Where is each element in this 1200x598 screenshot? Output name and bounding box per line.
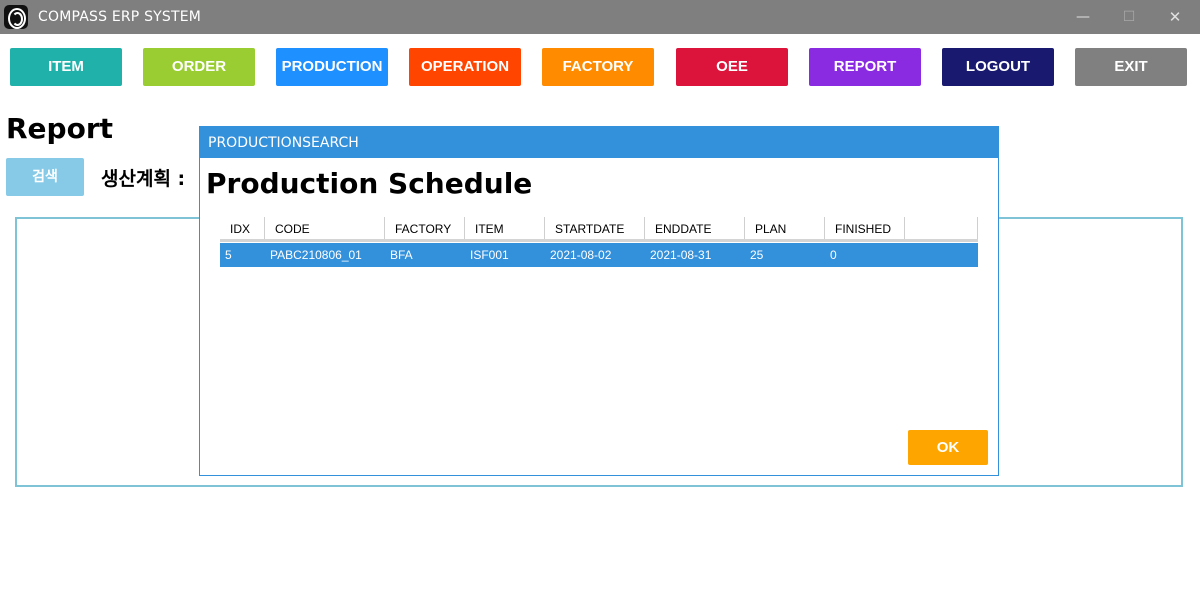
production-plan-label: 생산계획 : xyxy=(101,168,186,190)
nav-report-button[interactable]: REPORT xyxy=(809,48,921,86)
search-button[interactable]: 검색 xyxy=(6,158,84,196)
nav-order-button[interactable]: ORDER xyxy=(143,48,255,86)
nav-factory-button[interactable]: FACTORY xyxy=(542,48,654,86)
app-logo-icon xyxy=(4,5,28,29)
dialog-titlebar: PRODUCTIONSEARCH xyxy=(200,127,998,158)
cell-startdate: 2021-08-02 xyxy=(550,248,612,262)
column-header-enddate[interactable]: ENDDATE xyxy=(645,217,745,241)
page-title: Report xyxy=(6,112,114,145)
ok-button[interactable]: OK xyxy=(908,430,988,465)
table-row[interactable]: 5 PABC210806_01 BFA ISF001 2021-08-02 20… xyxy=(220,243,978,267)
dialog-title: PRODUCTIONSEARCH xyxy=(208,135,359,151)
column-header-idx[interactable]: IDX xyxy=(220,217,265,241)
production-schedule-grid[interactable]: IDX CODE FACTORY ITEM STARTDATE ENDDATE … xyxy=(220,217,978,269)
window-titlebar: COMPASS ERP SYSTEM — ☐ ✕ xyxy=(0,0,1200,34)
close-icon[interactable]: ✕ xyxy=(1152,0,1198,34)
column-header-plan[interactable]: PLAN xyxy=(745,217,825,241)
column-header-item[interactable]: ITEM xyxy=(465,217,545,241)
dialog-heading: Production Schedule xyxy=(206,167,533,200)
cell-enddate: 2021-08-31 xyxy=(650,248,712,262)
nav-item-button[interactable]: ITEM xyxy=(10,48,122,86)
column-header-factory[interactable]: FACTORY xyxy=(385,217,465,241)
nav-logout-button[interactable]: LOGOUT xyxy=(942,48,1054,86)
nav-production-button[interactable]: PRODUCTION xyxy=(276,48,388,86)
cell-item: ISF001 xyxy=(470,248,509,262)
maximize-icon[interactable]: ☐ xyxy=(1106,0,1152,34)
cell-plan: 25 xyxy=(750,248,764,262)
grid-header: IDX CODE FACTORY ITEM STARTDATE ENDDATE … xyxy=(220,217,978,242)
nav-operation-button[interactable]: OPERATION xyxy=(409,48,521,86)
cell-code: PABC210806_01 xyxy=(270,248,362,262)
cell-factory: BFA xyxy=(390,248,413,262)
column-header-startdate[interactable]: STARTDATE xyxy=(545,217,645,241)
cell-finished: 0 xyxy=(830,248,837,262)
window-title: COMPASS ERP SYSTEM xyxy=(38,9,202,25)
column-header-finished[interactable]: FINISHED xyxy=(825,217,905,241)
production-search-dialog: PRODUCTIONSEARCH Production Schedule IDX… xyxy=(199,126,999,476)
minimize-icon[interactable]: — xyxy=(1060,0,1106,34)
nav-oee-button[interactable]: OEE xyxy=(676,48,788,86)
column-header-code[interactable]: CODE xyxy=(265,217,385,241)
nav-exit-button[interactable]: EXIT xyxy=(1075,48,1187,86)
cell-idx: 5 xyxy=(225,248,232,262)
